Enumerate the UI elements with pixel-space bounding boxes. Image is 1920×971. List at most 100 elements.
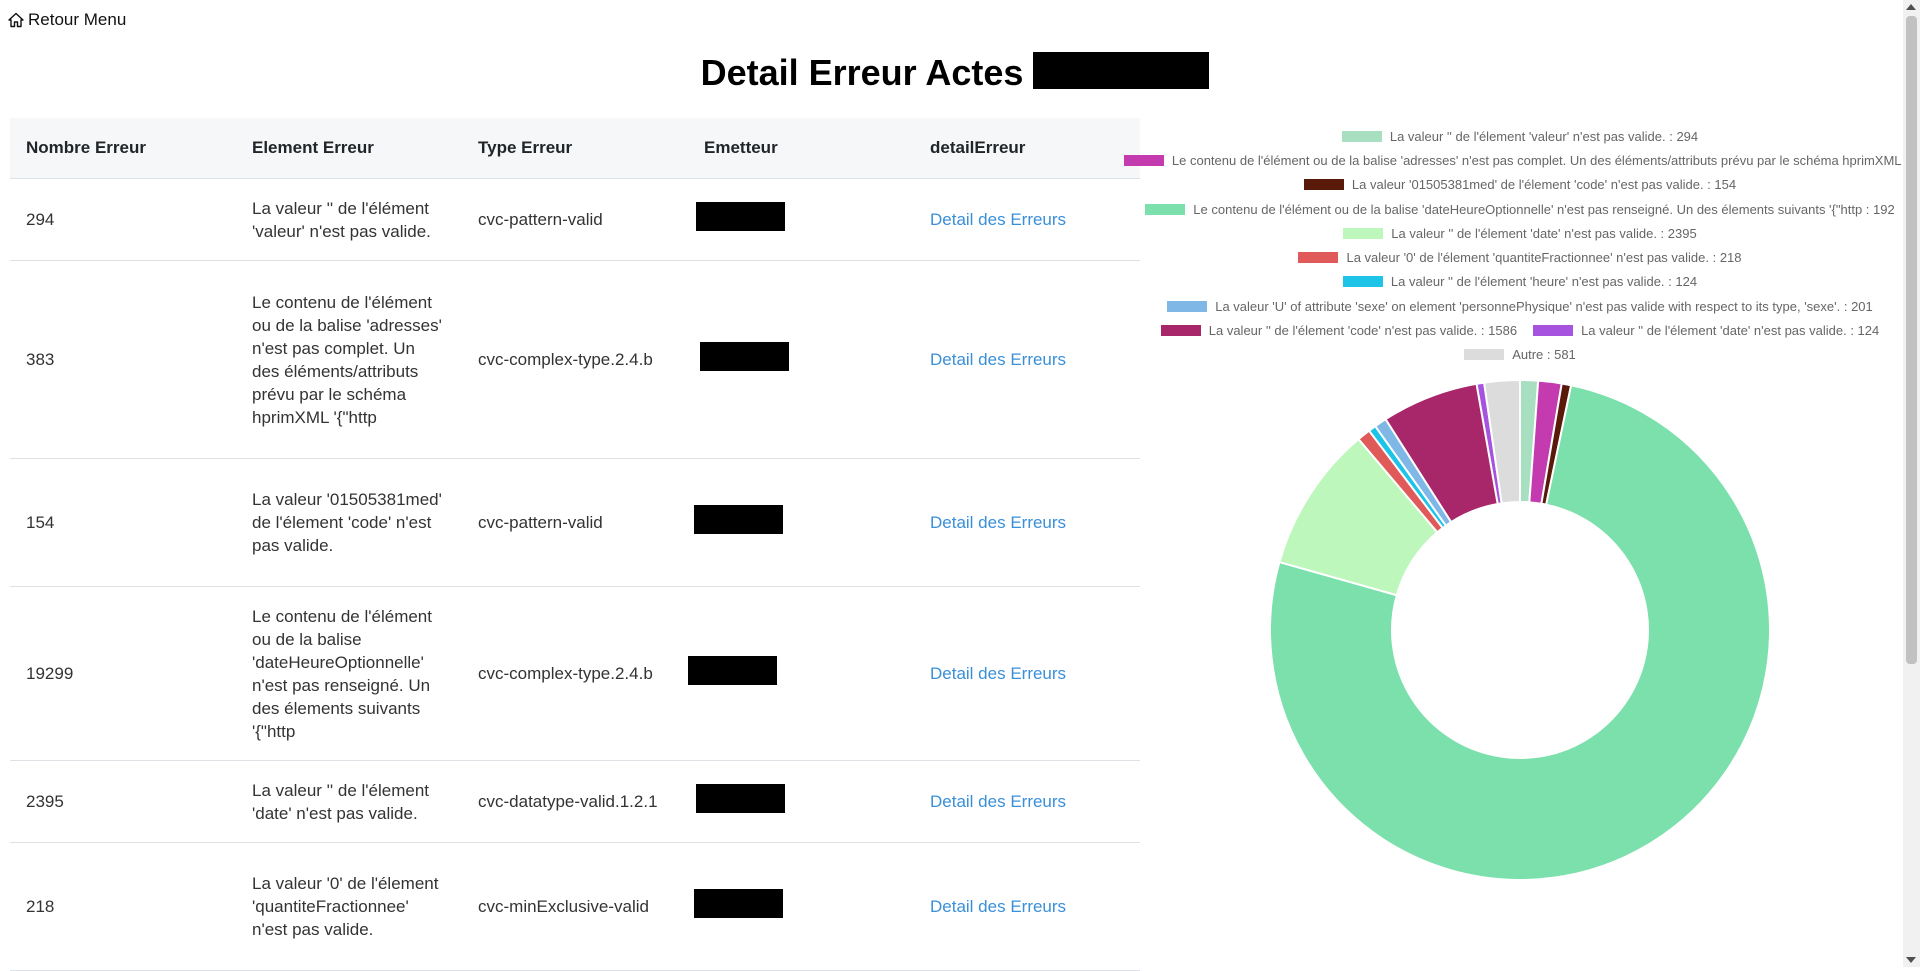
col-type-erreur[interactable]: Type Erreur: [462, 118, 688, 179]
legend-swatch: [1167, 300, 1208, 312]
cell-type: cvc-pattern-valid: [462, 178, 688, 261]
legend-label: La valeur '' de l'élement 'code' n'est p…: [1208, 323, 1518, 339]
scroll-down-icon[interactable]: [1906, 957, 1916, 963]
legend-row: Autre : 581: [1140, 343, 1900, 367]
cell-type: cvc-minExclusive-valid: [462, 842, 688, 971]
legend-item[interactable]: Autre : 581: [1464, 347, 1576, 362]
legend-label: La valeur '' de l'élement 'date' n'est p…: [1391, 225, 1697, 241]
legend-swatch: [1123, 154, 1164, 166]
legend-swatch: [1342, 276, 1383, 288]
cell-element: La valeur '0' de l'élement 'quantiteFrac…: [236, 842, 462, 971]
table-row: 19299 Le contenu de l'élément ou de la b…: [10, 586, 1140, 761]
redacted-block: [696, 202, 785, 231]
legend-label: La valeur '' de l'élement 'date' n'est p…: [1581, 323, 1880, 339]
table-row: 154 La valeur '01505381med' de l'élement…: [10, 458, 1140, 587]
legend-row: La valeur '01505381med' de l'élement 'co…: [1140, 173, 1900, 197]
redacted-block: [700, 342, 789, 371]
cell-emetteur: [688, 458, 914, 587]
legend-row: Le contenu de l'élément ou de la balise …: [1123, 148, 1916, 172]
legend-label: La valeur '01505381med' de l'élement 'co…: [1351, 177, 1737, 193]
cell-emetteur: [688, 586, 914, 761]
cell-type: cvc-complex-type.2.4.b: [462, 260, 688, 459]
cell-detail: Detail des Erreurs: [914, 178, 1140, 261]
legend-item[interactable]: La valeur '' de l'élement 'date' n'est p…: [1533, 323, 1879, 338]
cell-detail: Detail des Erreurs: [914, 842, 1140, 971]
legend-item[interactable]: La valeur '01505381med' de l'élement 'co…: [1303, 177, 1737, 193]
cell-emetteur: [688, 178, 914, 261]
redacted-block: [694, 889, 783, 918]
legend-swatch: [1464, 349, 1505, 361]
legend-swatch: [1343, 227, 1384, 239]
legend-item[interactable]: La valeur '' de l'élement 'heure' n'est …: [1342, 274, 1698, 290]
col-detail-erreur[interactable]: detailErreur: [914, 118, 1140, 179]
redacted-block: [688, 656, 777, 685]
legend-label: La valeur 'U' of attribute 'sexe' on ele…: [1215, 298, 1873, 314]
cell-element: Le contenu de l'élément ou de la balise …: [236, 586, 462, 761]
legend-item[interactable]: La valeur '' de l'élement 'valeur' n'est…: [1341, 128, 1699, 144]
back-to-menu-link[interactable]: Retour Menu: [8, 10, 126, 30]
cell-element: La valeur '' de l'élément 'valeur' n'est…: [236, 178, 462, 261]
legend-row: La valeur '' de l'élement 'code' n'est p…: [1140, 318, 1900, 342]
error-table: Nombre Erreur Element Erreur Type Erreur…: [10, 118, 1140, 971]
detail-link[interactable]: Detail des Erreurs: [930, 210, 1066, 229]
legend-swatch: [1533, 325, 1574, 337]
home-icon: [8, 12, 24, 28]
legend-item[interactable]: Le contenu de l'élément ou de la balise …: [1123, 152, 1917, 168]
legend-swatch: [1303, 179, 1344, 191]
scroll-up-icon[interactable]: [1906, 4, 1916, 10]
cell-detail: Detail des Erreurs: [914, 458, 1140, 587]
redacted-block: [1033, 52, 1210, 89]
detail-link[interactable]: Detail des Erreurs: [930, 792, 1066, 811]
legend-row: La valeur '' de l'élement 'date' n'est p…: [1140, 221, 1900, 245]
detail-link[interactable]: Detail des Erreurs: [930, 897, 1066, 916]
legend-label: La valeur '' de l'élement 'valeur' n'est…: [1389, 128, 1699, 144]
legend-label: Le contenu de l'élément ou de la balise …: [1193, 201, 1895, 217]
cell-emetteur: [688, 842, 914, 971]
legend-swatch: [1145, 203, 1186, 215]
vertical-scrollbar[interactable]: [1903, 0, 1920, 967]
legend-swatch: [1298, 252, 1339, 264]
legend-label: Le contenu de l'élément ou de la balise …: [1171, 152, 1917, 168]
col-nombre-erreur[interactable]: Nombre Erreur: [10, 118, 236, 179]
redacted-block: [694, 505, 783, 534]
legend-row: La valeur '' de l'élement 'heure' n'est …: [1140, 270, 1900, 294]
redacted-block: [696, 784, 785, 813]
legend-item[interactable]: La valeur '' de l'élement 'date' n'est p…: [1343, 225, 1697, 241]
cell-element: La valeur '' de l'élement 'date' n'est p…: [236, 760, 462, 843]
detail-link[interactable]: Detail des Erreurs: [930, 350, 1066, 369]
cell-detail: Detail des Erreurs: [914, 760, 1140, 843]
legend-item[interactable]: La valeur '0' de l'élement 'quantiteFrac…: [1298, 250, 1742, 266]
cell-element: La valeur '01505381med' de l'élement 'co…: [236, 458, 462, 587]
legend-row: La valeur '' de l'élement 'valeur' n'est…: [1140, 124, 1900, 148]
cell-type: cvc-complex-type.2.4.b: [462, 586, 688, 761]
table-row: 294 La valeur '' de l'élément 'valeur' n…: [10, 178, 1140, 261]
cell-count: 19299: [10, 586, 236, 761]
legend-item[interactable]: La valeur 'U' of attribute 'sexe' on ele…: [1167, 299, 1873, 314]
table-row: 2395 La valeur '' de l'élement 'date' n'…: [10, 760, 1140, 843]
legend-label: La valeur '' de l'élement 'heure' n'est …: [1390, 274, 1698, 290]
legend-label: La valeur '0' de l'élement 'quantiteFrac…: [1346, 250, 1742, 266]
col-emetteur[interactable]: Emetteur: [688, 118, 914, 179]
legend-swatch: [1341, 130, 1382, 142]
cell-detail: Detail des Erreurs: [914, 586, 1140, 761]
legend-row: Le contenu de l'élément ou de la balise …: [1140, 197, 1900, 221]
scrollbar-thumb[interactable]: [1906, 16, 1917, 664]
cell-emetteur: [688, 760, 914, 843]
page-title: Detail Erreur Actes: [0, 52, 1910, 94]
table-row: 218 La valeur '0' de l'élement 'quantite…: [10, 842, 1140, 971]
cell-detail: Detail des Erreurs: [914, 260, 1140, 459]
doughnut-chart: [1269, 378, 1771, 881]
table-header-row: Nombre Erreur Element Erreur Type Erreur…: [10, 118, 1140, 179]
legend-item[interactable]: La valeur '' de l'élement 'code' n'est p…: [1160, 323, 1518, 339]
cell-type: cvc-pattern-valid: [462, 458, 688, 587]
detail-link[interactable]: Detail des Erreurs: [930, 513, 1066, 532]
cell-type: cvc-datatype-valid.1.2.1: [462, 760, 688, 843]
detail-link[interactable]: Detail des Erreurs: [930, 664, 1066, 683]
legend-label: Autre : 581: [1512, 347, 1576, 363]
legend-item[interactable]: Le contenu de l'élément ou de la balise …: [1145, 201, 1895, 217]
col-element-erreur[interactable]: Element Erreur: [236, 118, 462, 179]
back-label: Retour Menu: [28, 10, 127, 29]
cell-count: 2395: [10, 760, 236, 843]
legend-row: La valeur 'U' of attribute 'sexe' on ele…: [1140, 294, 1900, 318]
legend-row: La valeur '0' de l'élement 'quantiteFrac…: [1140, 245, 1900, 269]
